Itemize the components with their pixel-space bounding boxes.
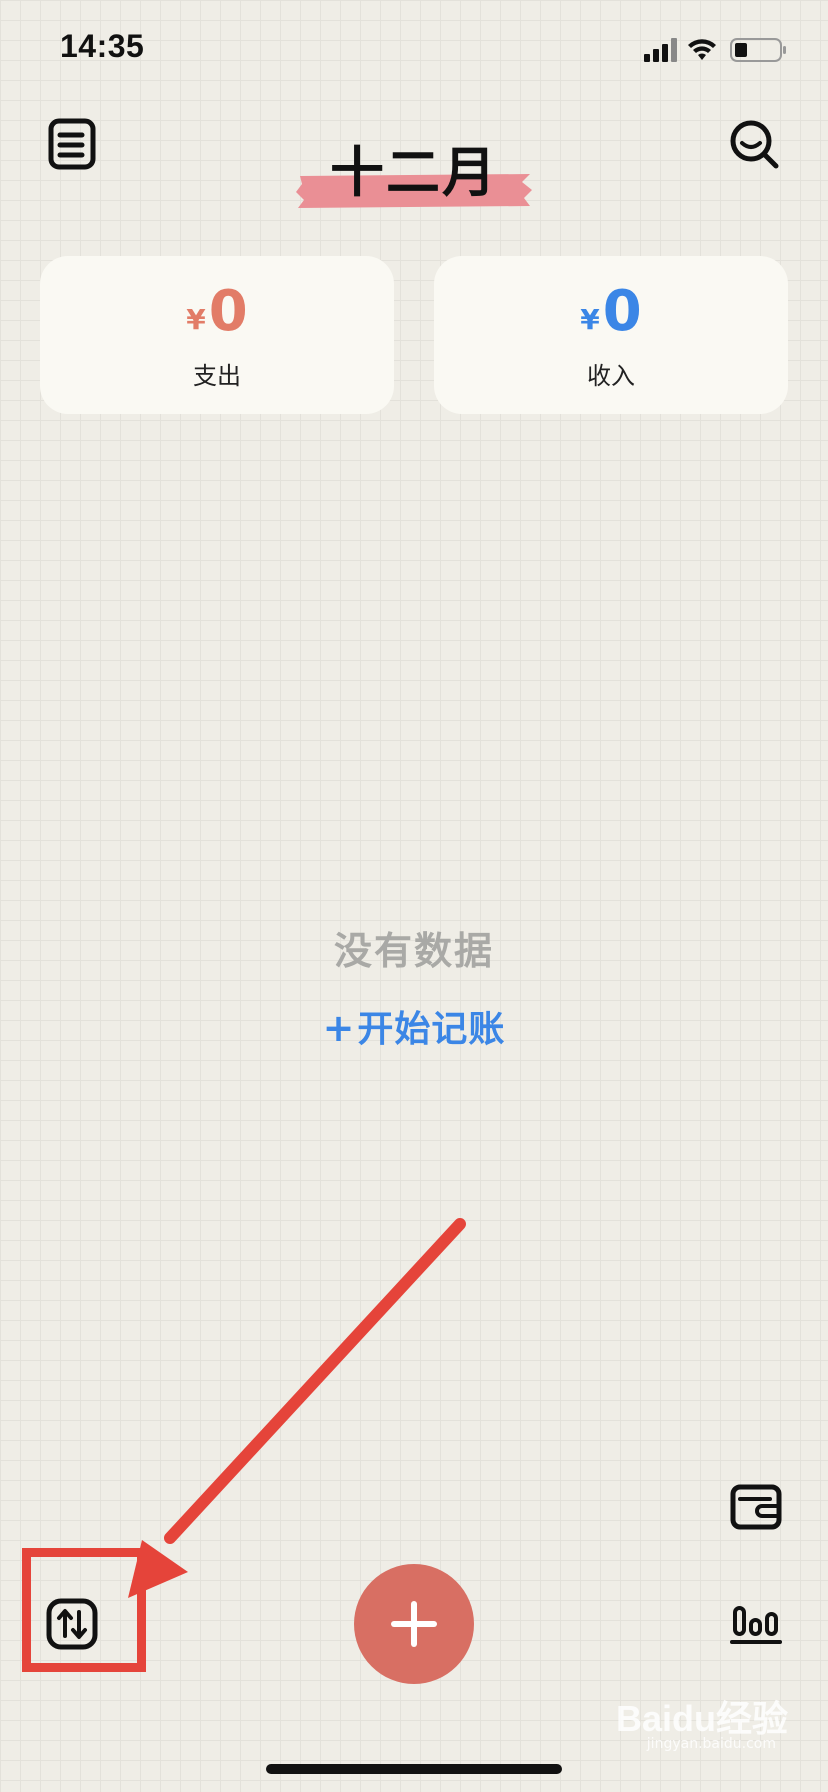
income-label: 收入 xyxy=(587,362,635,390)
status-icons xyxy=(644,38,786,62)
empty-state-message: 没有数据 xyxy=(333,929,494,973)
income-amount: ¥ 0 xyxy=(434,280,788,344)
cellular-signal-icon xyxy=(644,38,677,62)
watermark-brand: Baidu经验 xyxy=(615,1698,788,1739)
start-bookkeeping-label: 开始记账 xyxy=(357,1009,506,1050)
income-value: 0 xyxy=(602,279,642,344)
plus-icon xyxy=(391,1601,437,1647)
wallet-icon[interactable] xyxy=(730,1484,782,1530)
status-time: 14:35 xyxy=(60,28,145,64)
expense-amount: ¥ 0 xyxy=(40,280,394,344)
battery-icon xyxy=(730,38,786,62)
income-summary-card[interactable]: ¥ 0 收入 xyxy=(434,256,788,414)
expense-summary-card[interactable]: ¥ 0 支出 xyxy=(40,256,394,414)
expense-value: 0 xyxy=(208,279,248,344)
add-record-button[interactable] xyxy=(354,1564,474,1684)
start-plus-sign: + xyxy=(322,1006,356,1050)
month-title[interactable]: 十二月 xyxy=(0,138,828,208)
watermark-url: jingyan.baidu.com xyxy=(646,1736,776,1752)
annotation-highlight-box xyxy=(22,1548,146,1672)
wifi-icon xyxy=(688,39,716,60)
expense-label: 支出 xyxy=(193,362,241,390)
income-currency: ¥ xyxy=(580,303,600,336)
start-bookkeeping-link[interactable]: +开始记账 xyxy=(0,1000,828,1052)
expense-currency: ¥ xyxy=(186,303,206,336)
bar-chart-icon[interactable] xyxy=(730,1598,782,1646)
home-indicator[interactable] xyxy=(266,1764,562,1774)
